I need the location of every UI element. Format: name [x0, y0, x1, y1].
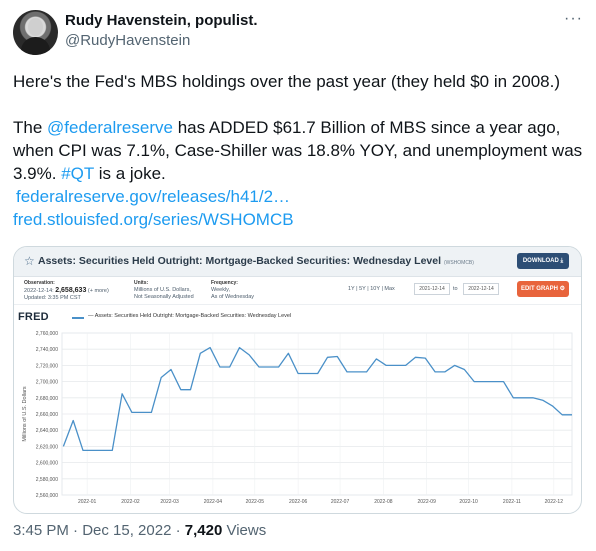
date-to-input[interactable]: 2022-12-14 [463, 283, 499, 295]
y-tick-label: 2,700,000 [36, 380, 58, 386]
view-count: 7,420 [184, 522, 223, 539]
updated-time: Updated: 3:35 PM CST [24, 295, 81, 301]
download-icon: ⤓ [560, 258, 564, 264]
x-tick-label: 2022-07 [331, 499, 350, 505]
avatar-body [21, 37, 50, 55]
x-tick-label: 2022-02 [121, 499, 140, 505]
x-tick-label: 2022-04 [204, 499, 223, 505]
avatar-face [28, 18, 43, 36]
series-title-text: Assets: Securities Held Outright: Mortga… [38, 255, 442, 267]
date-from-input[interactable]: 2021-12-14 [414, 283, 450, 295]
tweet-text-segment: is a joke. [93, 164, 166, 183]
gear-icon: ⚙ [559, 286, 566, 292]
units-line-2: Not Seasonally Adjusted [134, 294, 194, 300]
y-tick-label: 2,580,000 [36, 477, 58, 483]
avatar[interactable] [13, 10, 58, 55]
y-tick-label: 2,660,000 [36, 412, 58, 418]
y-tick-label: 2,760,000 [36, 331, 58, 337]
observation-value: 2,658,633 [55, 287, 87, 294]
tweet-paragraph-1: Here's the Fed's MBS holdings over the p… [13, 72, 561, 91]
observation-block: Observation: 2022-12-14: 2,658,633 (+ mo… [24, 280, 109, 302]
mention-link[interactable]: @federalreserve [47, 118, 173, 137]
series-meta: Observation: 2022-12-14: 2,658,633 (+ mo… [14, 277, 581, 305]
frequency-block: Frequency: Weekly, As of Wednesday [211, 280, 254, 301]
x-tick-label: 2022-09 [418, 499, 437, 505]
date-to-label: to [453, 286, 458, 292]
y-tick-label: 2,740,000 [36, 347, 58, 353]
units-label: Units: [134, 280, 149, 286]
x-tick-label: 2022-10 [459, 499, 478, 505]
download-button[interactable]: DOWNLOAD ⤓ [517, 253, 569, 269]
legend-label: — Assets: Securities Held Outright: Mort… [88, 313, 292, 319]
tweet-text-segment: The [13, 118, 48, 137]
frequency-line-2: As of Wednesday [211, 294, 255, 300]
y-tick-label: 2,620,000 [36, 444, 58, 450]
x-tick-label: 2022-06 [289, 499, 308, 505]
url-link-federalreserve[interactable]: federalreserve.gov/releases/h41/2… [13, 185, 583, 208]
legend-swatch [72, 317, 84, 319]
fred-title-bar: ☆ Assets: Securities Held Outright: Mort… [14, 247, 581, 277]
tweet-paragraph-2: The @federalreserve has ADDED $61.7 Bill… [13, 116, 583, 231]
star-icon[interactable]: ☆ [24, 254, 35, 268]
frequency-line-1: Weekly, [211, 287, 231, 293]
units-line-1: Millions of U.S. Dollars, [134, 287, 191, 293]
x-tick-label: 2022-05 [246, 499, 265, 505]
download-label: DOWNLOAD [522, 258, 559, 264]
y-tick-label: 2,560,000 [36, 493, 58, 499]
hashtag-link[interactable]: #QT [61, 164, 94, 183]
fred-logo: FRED [18, 311, 49, 323]
series-title: Assets: Securities Held Outright: Mortga… [38, 255, 474, 267]
tweet-footer: 3:45 PM · Dec 15, 2022 · 7,420 Views [13, 522, 266, 539]
frequency-label: Frequency: [211, 280, 238, 286]
url-link-fred[interactable]: fred.stlouisfed.org/series/WSHOMCB [13, 210, 294, 229]
x-tick-label: 2022-03 [160, 499, 179, 505]
y-tick-label: 2,720,000 [36, 363, 58, 369]
x-tick-label: 2022-12 [545, 499, 564, 505]
y-tick-label: 2,680,000 [36, 396, 58, 402]
x-tick-label: 2022-08 [374, 499, 393, 505]
more-horizontal-icon[interactable]: ··· [564, 10, 583, 28]
y-tick-label: 2,600,000 [36, 461, 58, 467]
observation-line: 2022-12-14: 2,658,633 (+ more) [24, 287, 109, 295]
units-block: Units: Millions of U.S. Dollars, Not Sea… [134, 280, 194, 301]
mbs-line-chart: 2,560,000 2,580,000 2,600,000 2,620,000 2,64… [22, 331, 573, 505]
y-axis-label: Millions of U.S. Dollars [22, 386, 28, 442]
tweet-timestamp[interactable]: 3:45 PM · Dec 15, 2022 · [13, 522, 185, 539]
range-buttons[interactable]: 1Y | 5Y | 10Y | Max [348, 286, 395, 292]
x-tick-label: 2022-01 [78, 499, 97, 505]
tweet-text: Here's the Fed's MBS holdings over the p… [13, 70, 583, 231]
y-tick-label: 2,640,000 [36, 428, 58, 434]
tweet-header: Rudy Havenstein, populist. @RudyHavenste… [13, 10, 583, 58]
series-code: (WSHOMCB) [443, 260, 474, 266]
author-handle[interactable]: @RudyHavenstein [65, 32, 190, 49]
views-label: Views [222, 522, 267, 539]
edit-graph-button[interactable]: EDIT GRAPH ⚙ [517, 281, 569, 297]
observation-label: Observation: [24, 280, 55, 286]
observation-more[interactable]: (+ more) [88, 288, 109, 294]
x-tick-label: 2022-11 [503, 499, 521, 505]
edit-graph-label: EDIT GRAPH [520, 286, 558, 292]
observation-date: 2022-12-14: [24, 288, 54, 294]
fred-chart-card[interactable]: ☆ Assets: Securities Held Outright: Mort… [13, 246, 582, 514]
author-name[interactable]: Rudy Havenstein, populist. [65, 12, 258, 29]
